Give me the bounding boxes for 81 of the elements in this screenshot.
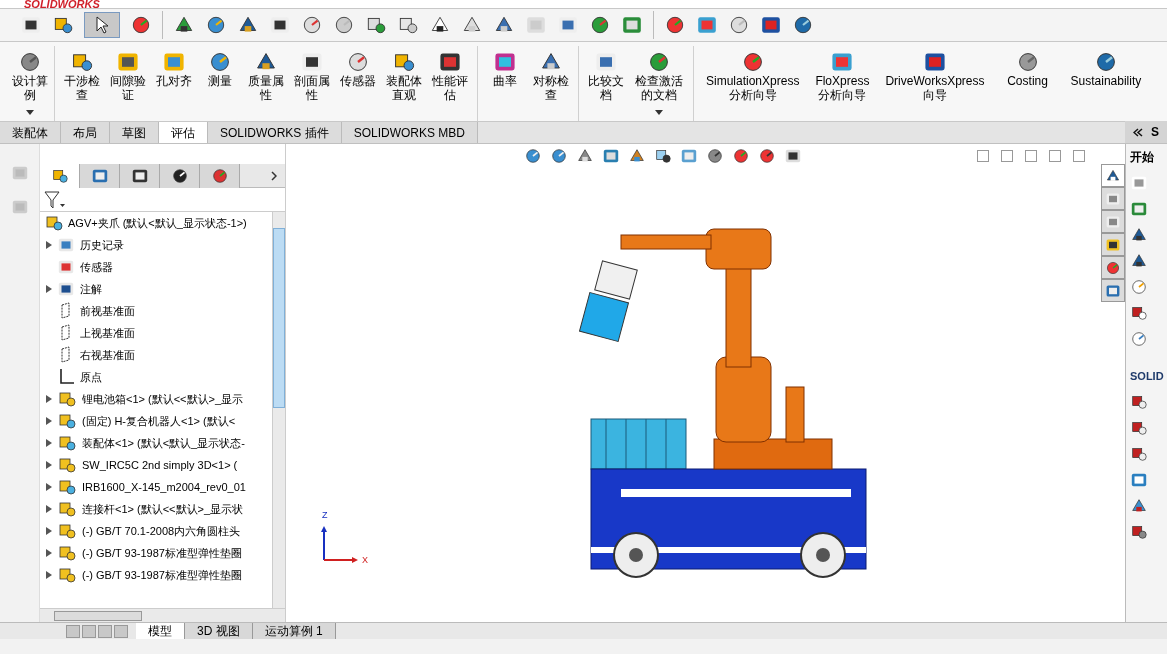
ribbon-button[interactable]: 间隙验证 (105, 46, 151, 102)
ribbon-tab[interactable]: 草图 (110, 122, 159, 143)
ribbon-button[interactable]: SimulationXpress 分析向导 (698, 46, 808, 102)
expand-arrow-icon[interactable] (46, 461, 52, 469)
expand-arrow-icon[interactable] (46, 549, 52, 557)
task-pane-tab[interactable] (1101, 279, 1125, 302)
ribbon-button[interactable]: 孔对齐 (151, 46, 197, 88)
ribbon-tab[interactable]: 布局 (61, 122, 110, 143)
task-pane-tab[interactable] (1101, 164, 1125, 187)
section-heading: SOLID (1130, 369, 1165, 384)
pointer-icon (95, 16, 109, 34)
tree-item[interactable]: (-) GB/T 93-1987标准型弹性垫圈 (82, 566, 242, 584)
expand-arrow-icon[interactable] (46, 439, 52, 447)
view-tab[interactable]: 模型 (136, 623, 185, 639)
origin-icon (57, 368, 75, 386)
tree-item[interactable]: (-) GB/T 93-1987标准型弹性垫圈 (82, 544, 242, 562)
tree-item[interactable]: 前视基准面 (80, 302, 135, 320)
chevron-right-icon[interactable] (271, 170, 277, 181)
ribbon-button[interactable]: 干涉检查 (59, 46, 105, 102)
ribbon-button[interactable]: Sustainability (1062, 46, 1150, 88)
expand-arrow-icon[interactable] (46, 571, 52, 579)
property-tab[interactable] (80, 163, 120, 188)
expand-arrow-icon[interactable] (46, 505, 52, 513)
tree-item[interactable]: 传感器 (80, 258, 113, 276)
tree-item[interactable]: SW_IRC5C 2nd simply 3D<1> ( (82, 456, 238, 474)
vertical-scrollbar[interactable] (272, 212, 285, 608)
task-pane-tab[interactable] (1101, 233, 1125, 256)
ribbon-button[interactable]: 剖面属性 (289, 46, 335, 102)
ribbon-button[interactable]: DriveWorksXpress 向导 (877, 46, 993, 102)
expand-arrow-icon[interactable] (46, 241, 52, 249)
ribbon-button[interactable]: 检查激活的文档 (629, 46, 689, 115)
view-tab[interactable]: 运动算例 1 (252, 623, 336, 639)
ribbon-button[interactable]: 设计算例 (10, 46, 50, 115)
task-pane-title: S (1151, 124, 1159, 141)
axis-label: X (362, 555, 368, 565)
expand-arrow-icon[interactable] (46, 395, 52, 403)
ribbon-button[interactable]: 对称检查 (528, 46, 574, 102)
tree-item[interactable]: 连接杆<1> (默认<<默认>_显示状 (82, 500, 244, 518)
caret-icon[interactable] (26, 110, 34, 115)
tree-item[interactable]: 右视基准面 (80, 346, 135, 364)
select-tool-button[interactable] (84, 12, 120, 38)
ribbon-button[interactable]: 传感器 (335, 46, 381, 88)
crosshair-tab[interactable] (160, 163, 200, 188)
expand-arrow-icon[interactable] (46, 417, 52, 425)
ribbon-tab[interactable]: SOLIDWORKS MBD (341, 122, 479, 143)
ribbon-tab[interactable]: 评估 (159, 122, 208, 143)
axis-label: Z (322, 510, 328, 520)
appearance-tab[interactable] (200, 163, 240, 188)
ribbon-button[interactable]: 质量属性 (243, 46, 289, 102)
tree-item[interactable]: 历史记录 (80, 236, 124, 254)
view-tab[interactable]: 3D 视图 (185, 623, 253, 639)
tree-item[interactable]: 上视基准面 (80, 324, 135, 342)
app-logo: SOLIDWORKS (24, 0, 100, 8)
section-heading: 开始 (1130, 149, 1155, 166)
ribbon-button[interactable]: 装配体直观 (381, 46, 427, 102)
ribbon-button[interactable]: 性能评估 (427, 46, 473, 102)
filter-icon[interactable] (44, 190, 66, 209)
ribbon-tab[interactable]: 装配体 (0, 122, 61, 143)
caret-icon[interactable] (655, 110, 663, 115)
expand-arrow-icon[interactable] (46, 285, 52, 293)
tree-item[interactable]: (-) GB/T 70.1-2008内六角圆柱头 (82, 522, 241, 540)
double-chevron-left-icon[interactable] (1133, 127, 1143, 137)
tree-root-item[interactable]: AGV+夹爪 (默认<默认_显示状态-1>) (40, 212, 272, 234)
horizontal-scrollbar[interactable] (40, 608, 285, 622)
tree-item[interactable]: 锂电池箱<1> (默认<<默认>_显示 (82, 390, 244, 408)
expand-arrow-icon[interactable] (46, 483, 52, 491)
tree-item[interactable]: IRB1600_X-145_m2004_rev0_01 (82, 478, 246, 496)
configuration-tab[interactable] (120, 163, 160, 188)
tree-item[interactable]: 装配体<1> (默认<默认_显示状态- (82, 434, 245, 452)
ribbon-button[interactable]: FloXpress 分析向导 (807, 46, 878, 102)
tree-root-label: AGV+夹爪 (默认<默认_显示状态-1>) (68, 215, 247, 231)
ribbon-button[interactable]: 比较文档 (583, 46, 629, 102)
tree-item[interactable]: (固定) H-复合机器人<1> (默认< (82, 412, 236, 430)
task-pane-tab[interactable] (1101, 256, 1125, 279)
tree-item[interactable]: 注解 (80, 280, 102, 298)
ribbon-button[interactable]: 曲率 (482, 46, 528, 88)
ribbon-tab[interactable]: SOLIDWORKS 插件 (208, 122, 342, 143)
tree-item[interactable]: 原点 (80, 368, 102, 386)
ribbon-button[interactable]: Costing (992, 46, 1063, 88)
ribbon-button[interactable]: 测量 (197, 46, 243, 88)
expand-arrow-icon[interactable] (46, 527, 52, 535)
